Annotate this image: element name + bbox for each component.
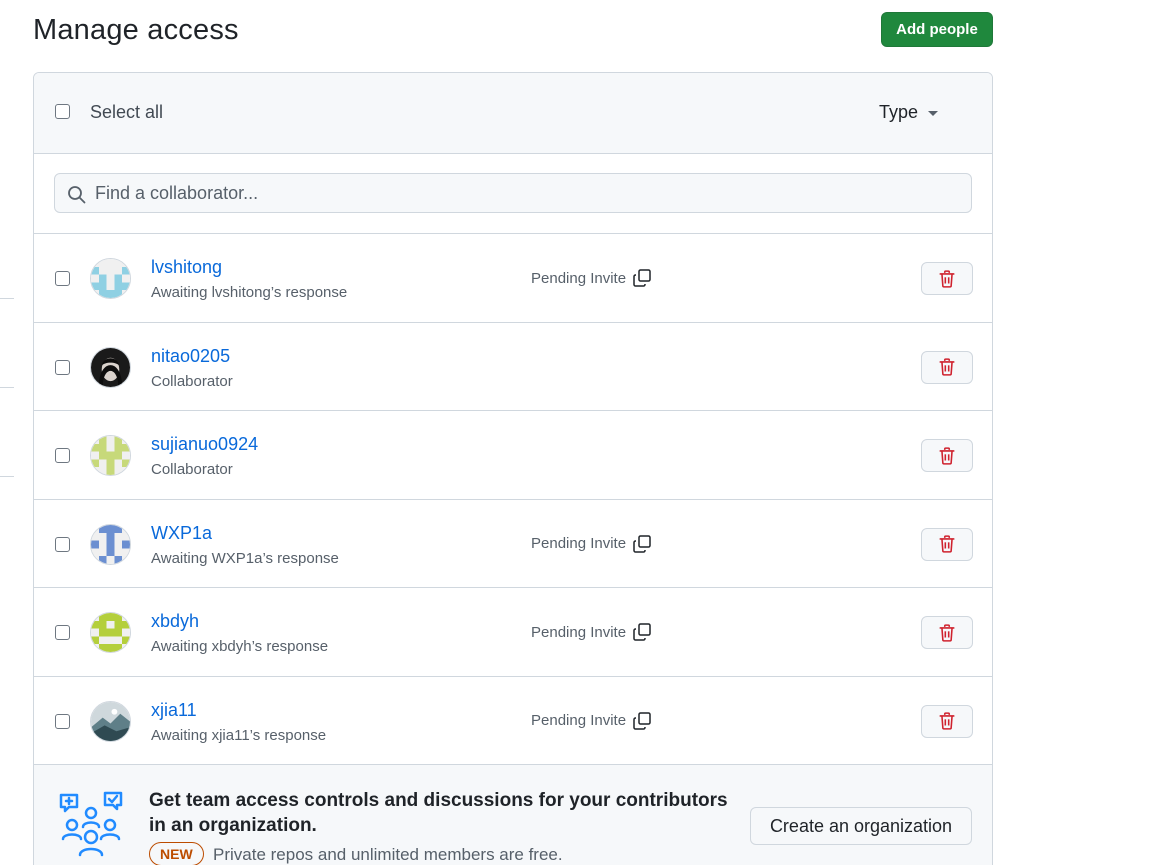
member-checkbox[interactable]	[55, 713, 70, 729]
edge-divider	[0, 387, 14, 388]
member-status-text: Awaiting xjia11’s response	[151, 726, 327, 744]
search-input[interactable]	[95, 174, 955, 212]
member-status-text: Collaborator	[151, 372, 233, 390]
pending-invite-label: Pending Invite	[531, 269, 627, 287]
avatar[interactable]	[90, 612, 131, 653]
remove-member-button[interactable]	[921, 439, 973, 472]
panel-header: Select all Type	[34, 73, 992, 154]
pending-invite: Pending Invite	[531, 622, 652, 642]
pending-invite: Pending Invite	[531, 711, 652, 731]
member-status-text: Collaborator	[151, 461, 233, 478]
avatar[interactable]	[90, 523, 131, 565]
type-filter-dropdown[interactable]: Type	[879, 102, 939, 123]
organization-promo: Get team access controls and discussions…	[34, 765, 992, 865]
pending-invite-label: Pending Invite	[531, 712, 627, 729]
trash-icon	[939, 712, 955, 730]
remove-member-button[interactable]	[921, 262, 973, 295]
member-row: lvshitong Awaiting lvshitong’s response …	[34, 234, 992, 323]
pending-invite-label: Pending Invite	[531, 535, 627, 552]
organization-icon	[59, 791, 123, 857]
member-checkbox[interactable]	[55, 271, 70, 286]
remove-member-button[interactable]	[921, 350, 973, 384]
avatar[interactable]	[90, 435, 131, 476]
member-checkbox[interactable]	[55, 359, 70, 375]
member-checkbox[interactable]	[55, 536, 70, 552]
trash-icon	[939, 269, 955, 288]
pending-invite: Pending Invite	[531, 534, 652, 554]
add-people-button[interactable]: Add people	[881, 12, 993, 47]
pending-invite: Pending Invite	[531, 268, 652, 288]
member-row: nitao0205 Collaborator	[34, 322, 992, 411]
member-name-link[interactable]: nitao0205	[151, 346, 230, 367]
member-name-link[interactable]: xjia11	[151, 700, 197, 721]
member-list: lvshitong Awaiting lvshitong’s response …	[34, 234, 992, 765]
edge-divider	[0, 298, 14, 299]
member-name-link[interactable]: WXP1a	[151, 523, 212, 544]
copy-icon[interactable]	[632, 534, 652, 554]
search-icon	[68, 186, 86, 204]
promo-subtitle: Private repos and unlimited members are …	[213, 845, 563, 864]
edge-divider	[0, 476, 14, 477]
avatar[interactable]	[90, 258, 131, 299]
remove-member-button[interactable]	[921, 527, 973, 561]
copy-icon[interactable]	[632, 268, 652, 288]
member-row: xjia11 Awaiting xjia11’s response Pendin…	[34, 676, 992, 765]
member-checkbox[interactable]	[55, 448, 70, 463]
member-row: xbdyh Awaiting xbdyh’s response Pending …	[34, 588, 992, 677]
member-row: sujianuo0924 Collaborator	[34, 411, 992, 500]
member-status-text: Awaiting WXP1a’s response	[151, 549, 339, 567]
avatar[interactable]	[90, 346, 131, 388]
new-badge: NEW	[149, 842, 204, 865]
create-organization-button[interactable]: Create an organization	[750, 807, 972, 845]
collaborators-panel: Select all Type Find a collaborator... l…	[33, 72, 993, 865]
trash-icon	[939, 623, 955, 642]
avatar[interactable]	[90, 700, 131, 742]
member-row: WXP1a Awaiting WXP1a’s response Pending …	[34, 499, 992, 588]
trash-icon	[939, 446, 955, 465]
trash-icon	[939, 535, 955, 553]
caret-down-icon	[928, 111, 939, 116]
trash-icon	[939, 358, 955, 376]
search-box[interactable]	[54, 173, 972, 213]
copy-icon[interactable]	[632, 622, 652, 642]
remove-member-button[interactable]	[921, 616, 973, 649]
member-status-text: Awaiting lvshitong’s response	[151, 284, 348, 301]
promo-title: Get team access controls and discussions…	[149, 790, 728, 836]
pending-invite-label: Pending Invite	[531, 623, 627, 641]
select-all-label: Select all	[90, 102, 164, 122]
member-name-link[interactable]: lvshitong	[151, 257, 222, 278]
member-name-link[interactable]: xbdyh	[151, 611, 199, 632]
remove-member-button[interactable]	[921, 704, 973, 738]
member-name-link[interactable]: sujianuo0924	[151, 434, 258, 455]
copy-icon[interactable]	[632, 711, 652, 731]
page-title: Manage access	[33, 14, 239, 46]
member-checkbox[interactable]	[55, 625, 70, 640]
member-status-text: Awaiting xbdyh’s response	[151, 638, 329, 655]
search-area	[34, 154, 992, 234]
manage-access-page: Manage access Add people Select all Type	[0, 0, 1163, 865]
select-all-checkbox[interactable]	[55, 104, 70, 119]
type-filter-label: Type	[879, 102, 919, 122]
